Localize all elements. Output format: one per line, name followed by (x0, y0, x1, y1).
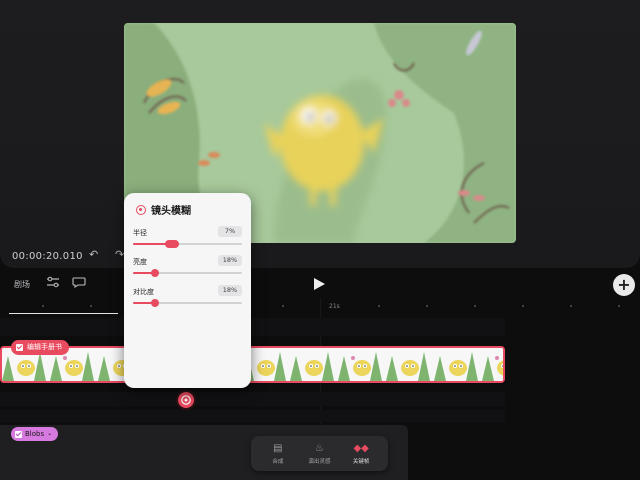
keyframe-marker[interactable] (176, 390, 196, 410)
slider-thumb[interactable] (150, 299, 159, 307)
clip-thumbnail (338, 348, 386, 381)
param-value[interactable]: 7% (218, 226, 242, 237)
track-band (0, 392, 505, 406)
redo-icon[interactable]: ↷ (115, 248, 124, 261)
slider-thumb[interactable] (150, 269, 159, 277)
flame-icon: ♨ (315, 442, 324, 454)
undo-icon[interactable]: ↶ (89, 248, 98, 261)
clip-thumbnail (290, 348, 338, 381)
param-label: 对比度 (133, 288, 154, 296)
ruler-time-label: 21s (329, 303, 340, 310)
blobs-tag[interactable]: Blobs ⌄ (11, 427, 59, 441)
editor-app: 00:00:20.010 ↶ ↷ 剧场 + 21s 编辑手册书 Blobs ⌄ … (0, 0, 640, 480)
clip-thumbnail (434, 348, 482, 381)
panel-divider (9, 313, 118, 314)
composite-icon: ▤ (273, 442, 283, 454)
param-slider[interactable] (133, 299, 242, 307)
param-value[interactable]: 18% (218, 255, 242, 266)
param-slider[interactable] (133, 240, 242, 248)
clip-thumbnail (386, 348, 434, 381)
param-slider-row: 亮度 18% (133, 255, 242, 281)
dock-keyframe[interactable]: ◆◆ 关键帧 (343, 443, 379, 465)
dock-inspiration[interactable]: ♨ 演出灵感 (301, 443, 337, 465)
param-slider[interactable] (133, 269, 242, 277)
bottom-dock: ▤ 合成 ♨ 演出灵感 ◆◆ 关键帧 (251, 436, 388, 471)
param-label: 亮度 (133, 258, 147, 266)
scene-label[interactable]: 剧场 (14, 279, 30, 290)
keyframe-icon: ◆◆ (353, 442, 369, 454)
clip-tag-label: 编辑手册书 (27, 343, 62, 351)
clip-tag[interactable]: 编辑手册书 (11, 340, 69, 355)
checkbox-icon[interactable] (15, 430, 22, 438)
param-label: 半径 (133, 229, 147, 237)
add-button[interactable]: + (613, 274, 635, 296)
lens-blur-icon (136, 204, 146, 215)
param-value[interactable]: 18% (218, 285, 242, 296)
track-band (0, 410, 505, 422)
dock-composite[interactable]: ▤ 合成 (260, 443, 296, 465)
checkbox-icon[interactable] (16, 344, 23, 351)
param-slider-row: 对比度 18% (133, 285, 242, 311)
track-band (0, 318, 505, 336)
comment-icon[interactable] (72, 276, 88, 290)
panel-title: 镜头模糊 (151, 206, 191, 217)
clip-thumbnail (482, 348, 503, 381)
chevron-down-icon[interactable]: ⌄ (47, 427, 52, 441)
panel-header: 镜头模糊 (136, 202, 191, 217)
adjust-icon[interactable] (46, 276, 62, 290)
blobs-tag-label: Blobs (25, 430, 45, 438)
video-clip[interactable] (0, 346, 505, 383)
param-slider-row: 半径 7% (133, 226, 242, 252)
preview-area: 00:00:20.010 ↶ ↷ (0, 0, 640, 268)
slider-thumb[interactable] (165, 240, 180, 248)
play-button[interactable] (314, 278, 325, 290)
timecode: 00:00:20.010 (12, 251, 83, 262)
